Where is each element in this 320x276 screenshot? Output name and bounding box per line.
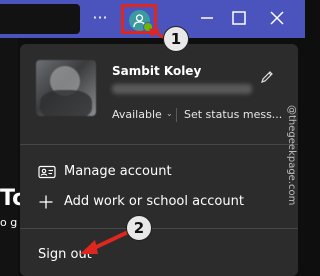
step-badge-2: 2 — [126, 215, 152, 241]
divider — [20, 228, 298, 229]
profile-avatar-button[interactable] — [121, 4, 157, 34]
minimize-button[interactable] — [196, 7, 218, 29]
profile-photo — [36, 60, 96, 116]
set-status-message-button[interactable]: Set status mess... — [184, 108, 282, 121]
user-name: Sambit Koley — [112, 64, 202, 78]
status-available-dropdown[interactable]: Available — [112, 108, 162, 121]
contact-card-icon — [38, 165, 56, 179]
status-divider — [176, 108, 177, 122]
search-box[interactable] — [0, 4, 80, 34]
more-options-button[interactable]: ··· — [91, 6, 109, 30]
background-text: o g — [0, 216, 18, 229]
title-bar: ··· — [0, 0, 305, 38]
add-account-label: Add work or school account — [64, 194, 244, 209]
watermark: @thegeekpage.com — [286, 105, 297, 206]
more-icon: ··· — [92, 8, 108, 27]
maximize-icon — [232, 11, 246, 25]
profile-menu-popup: Sambit Koley Available ⌄ Set status mess… — [20, 44, 298, 276]
plus-icon — [39, 195, 53, 209]
step-badge-1: 1 — [163, 26, 189, 52]
sign-out-button[interactable]: Sign out — [38, 247, 92, 262]
edit-pencil-icon[interactable] — [260, 70, 274, 84]
chevron-down-icon: ⌄ — [166, 109, 173, 118]
divider — [20, 144, 298, 145]
maximize-button[interactable] — [228, 7, 250, 29]
close-icon — [270, 11, 284, 25]
email-redacted — [112, 84, 252, 94]
close-button[interactable] — [266, 7, 288, 29]
minimize-icon — [201, 17, 213, 19]
presence-available-icon — [143, 22, 153, 32]
background-panel: To o g — [0, 38, 27, 276]
manage-account-label: Manage account — [64, 164, 172, 179]
